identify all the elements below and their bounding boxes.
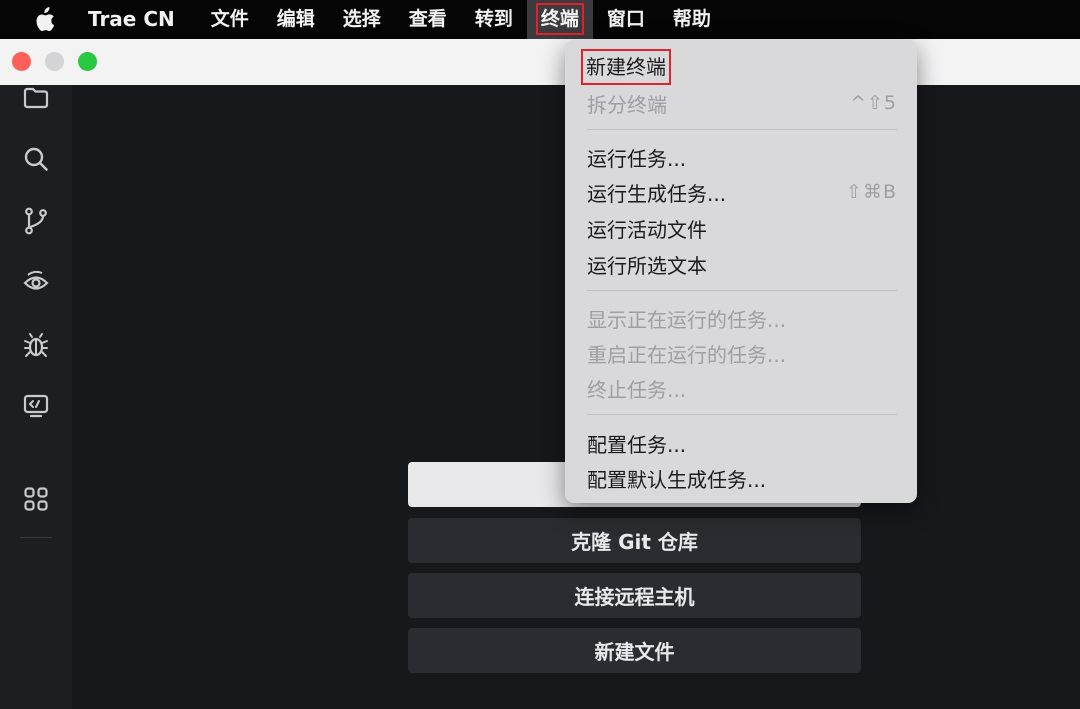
menu-item-label: 新建终端	[581, 49, 671, 85]
menu-item-label: 运行任务...	[587, 146, 687, 171]
menu-item-run-selected-text[interactable]: 运行所选文本	[587, 247, 897, 281]
menu-item-label: 配置默认生成任务...	[587, 467, 767, 492]
menu-item-restart-running-task: 重启正在运行的任务...	[587, 336, 897, 370]
menu-edit[interactable]: 编辑	[263, 0, 329, 39]
menu-file[interactable]: 文件	[197, 0, 263, 39]
terminal-dropdown-menu: 新建终端 拆分终端 ^⇧5 运行任务... 运行生成任务... ⇧⌘B 运行活动…	[565, 40, 917, 503]
menu-window[interactable]: 窗口	[593, 0, 659, 39]
connect-remote-host-button[interactable]: 连接远程主机	[408, 573, 861, 618]
remote-icon[interactable]	[20, 390, 52, 422]
zoom-window-button[interactable]	[78, 52, 97, 71]
menu-item-split-terminal: 拆分终端 ^⇧5	[587, 86, 897, 120]
clone-git-repo-button[interactable]: 克隆 Git 仓库	[408, 518, 861, 563]
menu-separator	[587, 129, 897, 130]
menu-separator	[587, 414, 897, 415]
menu-item-run-active-file[interactable]: 运行活动文件	[587, 211, 897, 245]
menu-item-label: 拆分终端	[587, 92, 667, 117]
menu-item-shortcut: ⇧⌘B	[846, 181, 897, 203]
search-icon[interactable]	[20, 143, 52, 175]
menu-item-label: 运行活动文件	[587, 217, 707, 242]
menu-item-run-build-task[interactable]: 运行生成任务... ⇧⌘B	[587, 175, 897, 209]
close-window-button[interactable]	[12, 52, 31, 71]
debug-icon[interactable]	[20, 329, 52, 361]
menu-bar: Trae CN 文件 编辑 选择 查看 转到 终端 窗口 帮助	[0, 0, 1080, 39]
menu-item-label: 显示正在运行的任务...	[587, 307, 787, 332]
menu-item-show-running-tasks: 显示正在运行的任务...	[587, 301, 897, 335]
folder-icon[interactable]	[20, 82, 52, 114]
menu-item-terminate-task: 终止任务...	[587, 371, 897, 405]
menu-selection[interactable]: 选择	[329, 0, 395, 39]
menu-go[interactable]: 转到	[461, 0, 527, 39]
menu-item-label: 重启正在运行的任务...	[587, 342, 787, 367]
app-name-menu[interactable]: Trae CN	[88, 0, 197, 39]
menu-item-run-task[interactable]: 运行任务...	[587, 140, 897, 174]
menu-item-label: 运行所选文本	[587, 253, 707, 278]
menu-item-label: 配置任务...	[587, 432, 687, 457]
menu-item-new-terminal[interactable]: 新建终端	[581, 49, 897, 85]
menu-item-configure-default-build-task[interactable]: 配置默认生成任务...	[587, 461, 897, 495]
ai-eye-icon[interactable]	[20, 267, 52, 299]
menu-separator	[587, 290, 897, 291]
extensions-icon[interactable]	[20, 483, 52, 515]
menu-item-label: 运行生成任务...	[587, 181, 727, 206]
new-file-button[interactable]: 新建文件	[408, 628, 861, 673]
menu-view[interactable]: 查看	[395, 0, 461, 39]
sidebar-divider	[20, 537, 52, 538]
activity-bar	[0, 85, 72, 709]
menu-help[interactable]: 帮助	[659, 0, 725, 39]
menu-terminal[interactable]: 终端	[526, 0, 593, 39]
source-control-icon[interactable]	[20, 205, 52, 237]
window-titlebar	[0, 39, 1080, 85]
minimize-window-button[interactable]	[45, 52, 64, 71]
menu-terminal-label: 终端	[535, 3, 584, 35]
menu-item-shortcut: ^⇧5	[850, 92, 897, 114]
apple-logo-icon	[35, 6, 54, 31]
menu-item-label: 终止任务...	[587, 377, 687, 402]
menu-item-configure-tasks[interactable]: 配置任务...	[587, 426, 897, 460]
apple-menu[interactable]	[0, 0, 88, 39]
